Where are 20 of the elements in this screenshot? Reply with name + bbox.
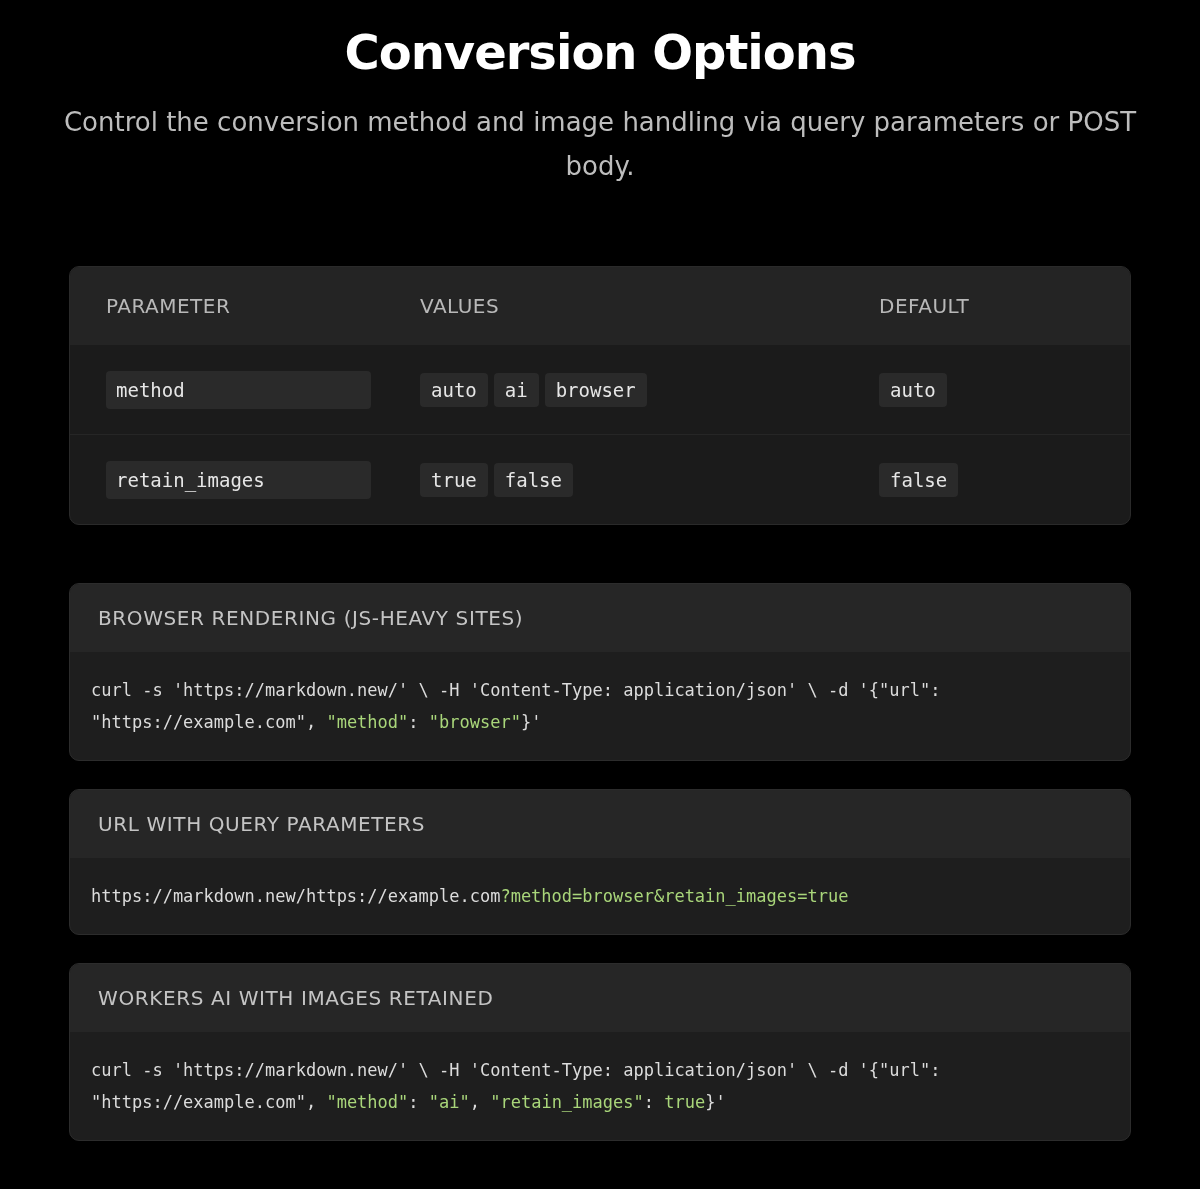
code-snippet: curl -s 'https://markdown.new/' \ -H 'Content-Type: application/json' \ -d '{"url": "https://example.com", "method": "browser"}' xyxy=(90,679,942,734)
value-chip: true xyxy=(420,462,488,497)
example-heading: URL WITH QUERY PARAMETERS xyxy=(98,812,426,836)
column-header: DEFAULT xyxy=(879,294,971,318)
example-heading: BROWSER RENDERING (JS-HEAVY SITES) xyxy=(98,606,524,630)
column-header: PARAMETER xyxy=(106,294,232,318)
page-subtitle: Control the conversion method and image handling via query parameters or POST body. xyxy=(62,106,1138,183)
value-chip: false xyxy=(493,462,573,497)
column-header: VALUES xyxy=(420,294,501,318)
page-title: Conversion Options xyxy=(343,24,857,80)
code-snippet: curl -s 'https://markdown.new/' \ -H 'Content-Type: application/json' \ -d '{"url": "https://example.com", "method": "ai", "retain_images": true}' xyxy=(90,1059,942,1114)
code-snippet: https://markdown.new/https://example.com?method=browser&retain_images=true xyxy=(90,885,850,908)
parameter-name: method xyxy=(106,370,371,409)
value-chip: auto xyxy=(420,372,488,407)
value-chip: browser xyxy=(544,372,647,407)
parameter-name: retain_images xyxy=(106,460,371,499)
default-chip: auto xyxy=(879,372,947,407)
value-chip: ai xyxy=(493,372,539,407)
default-chip: false xyxy=(879,462,959,497)
example-heading: WORKERS AI WITH IMAGES RETAINED xyxy=(98,986,494,1010)
